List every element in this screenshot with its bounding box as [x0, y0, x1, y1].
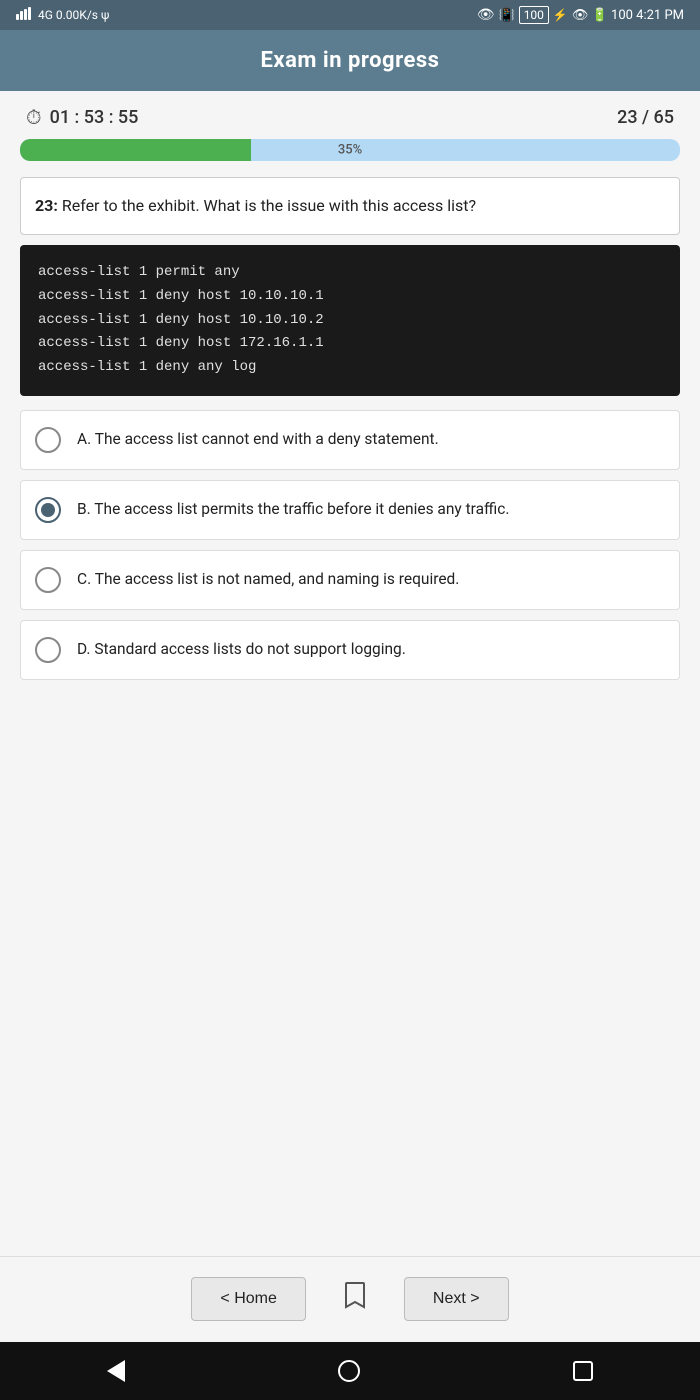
progress-fill: [20, 139, 251, 161]
question-count: 23 / 65: [617, 107, 674, 128]
next-button[interactable]: Next >: [404, 1277, 509, 1321]
recent-apps-button[interactable]: [573, 1361, 593, 1381]
timer-section: ⏱ 01 : 53 : 55: [26, 105, 138, 129]
option-b[interactable]: B. The access list permits the traffic b…: [20, 480, 680, 540]
back-button[interactable]: [107, 1360, 125, 1382]
code-line-3: access-list 1 deny host 10.10.10.2: [38, 309, 662, 333]
question-box: 23: Refer to the exhibit. What is the is…: [20, 177, 680, 235]
code-line-1: access-list 1 permit any: [38, 261, 662, 285]
code-line-5: access-list 1 deny any log: [38, 356, 662, 380]
signal-icon: [16, 6, 34, 24]
bottom-nav: < Home Next >: [0, 1256, 700, 1342]
radio-b[interactable]: [35, 497, 61, 523]
status-right: 👁 📳 100 ⚡ 👁 🔋 100 4:21 PM: [477, 6, 684, 24]
status-bar: 4G 0.00K/s ψ 👁 📳 100 ⚡ 👁 🔋 100 4:21 PM: [0, 0, 700, 30]
status-left: 4G 0.00K/s ψ: [16, 6, 109, 24]
option-a[interactable]: A. The access list cannot end with a den…: [20, 410, 680, 470]
progress-bar-container: 35%: [20, 139, 680, 161]
progress-label: 35%: [338, 143, 362, 158]
timer-value: 01 : 53 : 55: [50, 107, 139, 128]
option-c-text: C. The access list is not named, and nam…: [77, 568, 459, 591]
code-line-2: access-list 1 deny host 10.10.10.1: [38, 285, 662, 309]
radio-c[interactable]: [35, 567, 61, 593]
android-nav-bar: [0, 1342, 700, 1400]
question-text: 23: Refer to the exhibit. What is the is…: [35, 196, 476, 215]
battery-icon: 100: [519, 6, 549, 24]
charge-icon: ⚡: [553, 8, 568, 22]
eye-icon: 👁: [477, 7, 495, 23]
phone-wrapper: 4G 0.00K/s ψ 👁 📳 100 ⚡ 👁 🔋 100 4:21 PM E…: [0, 0, 700, 1400]
option-b-text: B. The access list permits the traffic b…: [77, 498, 510, 521]
exam-title: Exam in progress: [261, 48, 440, 73]
radio-d[interactable]: [35, 637, 61, 663]
radio-a[interactable]: [35, 427, 61, 453]
main-content: ⏱ 01 : 53 : 55 23 / 65 35% 23: Refer to …: [0, 91, 700, 1256]
exam-header: Exam in progress: [0, 30, 700, 91]
code-block: access-list 1 permit any access-list 1 d…: [20, 245, 680, 396]
question-number: 23:: [35, 196, 58, 215]
network-speed: 4G 0.00K/s ψ: [38, 8, 109, 22]
option-c[interactable]: C. The access list is not named, and nam…: [20, 550, 680, 610]
time-display: 👁 🔋 100 4:21 PM: [572, 8, 684, 23]
vibrate-icon: 📳: [499, 8, 515, 23]
home-android-button[interactable]: [338, 1360, 360, 1382]
timer-icon: ⏱: [26, 105, 42, 129]
bookmark-icon[interactable]: [336, 1273, 374, 1324]
option-d[interactable]: D. Standard access lists do not support …: [20, 620, 680, 680]
code-line-4: access-list 1 deny host 172.16.1.1: [38, 332, 662, 356]
timer-row: ⏱ 01 : 53 : 55 23 / 65: [20, 91, 680, 137]
home-button[interactable]: < Home: [191, 1277, 305, 1321]
option-a-text: A. The access list cannot end with a den…: [77, 428, 439, 451]
option-d-text: D. Standard access lists do not support …: [77, 638, 406, 661]
